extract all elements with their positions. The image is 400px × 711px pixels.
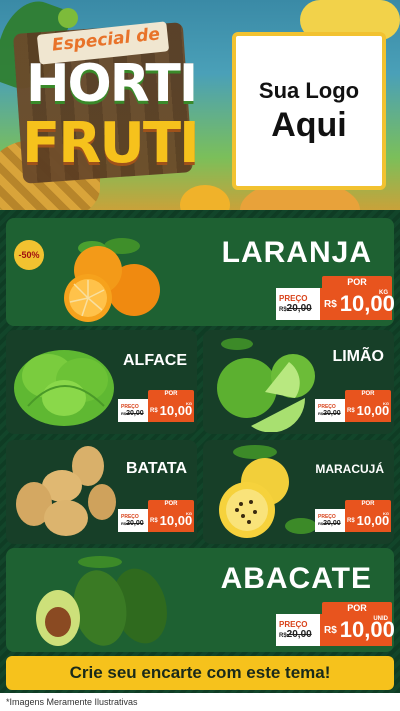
product-name: LIMÃO xyxy=(332,348,384,365)
title-fruti: FRUTI xyxy=(22,111,200,176)
por-label: POR xyxy=(322,276,392,288)
por-label: POR xyxy=(345,390,391,399)
product-name: LARANJA xyxy=(221,236,372,269)
product-name: MARACUJÁ xyxy=(315,462,384,476)
product-card-laranja[interactable]: -50% LARANJA POR PREÇO R$20,00 R$ 10,00 … xyxy=(6,218,394,326)
orange-image xyxy=(64,238,160,322)
por-label: POR xyxy=(322,602,392,614)
logo-text-line1: Sua Logo xyxy=(258,77,360,103)
new-price: R$ 10,00 KG xyxy=(345,399,391,422)
product-card-alface[interactable]: ALFACE POR PREÇO R$20,00 R$ 10,00 KG xyxy=(6,330,197,434)
product-card-limao[interactable]: LIMÃO POR PREÇO R$20,00 R$ 10,00 KG xyxy=(203,330,394,434)
avocado-image xyxy=(36,556,167,646)
price-tag: POR PREÇO R$20,00 R$ 10,00 KG xyxy=(315,500,391,532)
title-horti: HORTI xyxy=(26,54,198,114)
por-label: POR xyxy=(148,390,194,399)
product-name: BATATA xyxy=(125,460,187,477)
old-price: PREÇO R$20,00 xyxy=(118,399,148,422)
lime-image xyxy=(217,338,315,432)
new-price: R$ 10,00 UNID xyxy=(320,614,394,646)
potato-image xyxy=(16,446,116,536)
orange-decoration xyxy=(180,185,230,210)
product-name: ABACATE xyxy=(220,562,372,595)
lime-decoration xyxy=(58,8,78,28)
new-price: R$ 10,00 KG xyxy=(148,399,194,422)
old-price: PREÇO R$20,00 xyxy=(276,288,320,320)
product-card-maracuja[interactable]: MARACUJÁ POR PREÇO R$20,00 R$ 10,00 KG xyxy=(203,440,394,544)
new-price: R$ 10,00 KG xyxy=(345,509,391,532)
price-tag: POR PREÇO R$20,00 R$ 10,00 KG xyxy=(276,276,394,320)
create-flyer-button[interactable]: Crie seu encarte com este tema! xyxy=(6,656,394,690)
header-banner: Especial de HORTI FRUTI Sua Logo Aqui xyxy=(0,0,400,210)
new-price: R$ 10,00 KG xyxy=(320,288,394,320)
passion-fruit-image xyxy=(219,445,317,538)
price-tag: POR PREÇO R$20,00 R$ 10,00 KG xyxy=(315,390,391,422)
footer-disclaimer: *Imagens Meramente Ilustrativas xyxy=(0,693,400,711)
product-card-batata[interactable]: BATATA POR PREÇO R$20,00 R$ 10,00 KG xyxy=(6,440,197,544)
price-tag: POR PREÇO R$20,00 R$ 10,00 KG xyxy=(118,390,194,422)
old-price: PREÇO R$20,00 xyxy=(315,509,345,532)
new-price: R$ 10,00 KG xyxy=(148,509,194,532)
product-name: ALFACE xyxy=(123,352,187,369)
por-label: POR xyxy=(345,500,391,509)
discount-badge: -50% xyxy=(14,240,44,270)
old-price: PREÇO R$20,00 xyxy=(118,509,148,532)
product-card-abacate[interactable]: ABACATE POR PREÇO R$20,00 R$ 10,00 UNID xyxy=(6,548,394,652)
logo-placeholder[interactable]: Sua Logo Aqui xyxy=(232,32,386,190)
old-price: PREÇO R$20,00 xyxy=(276,614,320,646)
lettuce-image xyxy=(14,350,114,426)
price-tag: POR PREÇO R$20,00 R$ 10,00 UNID xyxy=(276,602,394,646)
logo-text-line2: Aqui xyxy=(271,105,347,144)
por-label: POR xyxy=(148,500,194,509)
old-price: PREÇO R$20,00 xyxy=(315,399,345,422)
price-tag: POR PREÇO R$20,00 R$ 10,00 KG xyxy=(118,500,194,532)
